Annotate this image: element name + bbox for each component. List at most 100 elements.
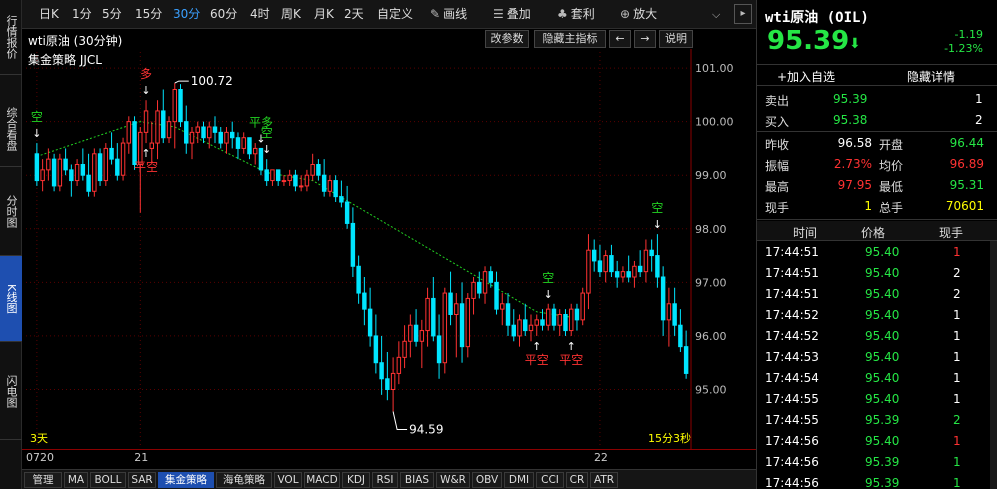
period-tab-10[interactable]: 自定义: [377, 0, 413, 29]
candle-body: [178, 89, 183, 123]
indicator-tab-10[interactable]: BIAS: [400, 472, 434, 488]
indicator-tab-9[interactable]: RSI: [372, 472, 398, 488]
tool-label: 放大: [633, 7, 658, 21]
candle: [551, 303, 557, 331]
indicator-tab-11[interactable]: W&R: [436, 472, 470, 488]
tick-price: 95.40: [865, 434, 900, 448]
stat-label: 最高: [765, 180, 790, 194]
candle: [120, 137, 126, 181]
tick-price: 95.40: [865, 371, 900, 385]
nav-item-4[interactable]: 闪电图: [0, 344, 22, 440]
down-arrow-icon: ↓: [653, 218, 662, 231]
nav-item-1[interactable]: 综合看盘: [0, 91, 22, 167]
stat-label: 均价: [879, 159, 904, 173]
candle-body: [534, 319, 539, 326]
indicator-tab-14[interactable]: CCI: [536, 472, 564, 488]
candle-body: [344, 201, 350, 224]
indicator-tab-5[interactable]: 海龟策略: [216, 472, 272, 488]
tick-time: 17:44:51: [765, 245, 819, 259]
stat-value: 96.58: [837, 136, 872, 150]
hide-detail-button[interactable]: 隐藏详情: [907, 68, 955, 85]
signal-label: 多: [140, 67, 152, 81]
period-tab-6[interactable]: 4时: [250, 0, 270, 29]
add-watchlist-button[interactable]: +加入自选: [777, 68, 835, 85]
period-tab-0[interactable]: 日K: [39, 0, 59, 29]
tool-2[interactable]: ♣ 套利: [557, 0, 595, 29]
chart-header-button-3[interactable]: →: [634, 30, 656, 48]
candle-body: [609, 255, 614, 273]
tick-row: 17:44:54 95.40 1: [757, 368, 997, 389]
candle: [597, 244, 603, 277]
candle: [367, 287, 373, 347]
layers-icon: ☰: [493, 7, 504, 21]
collapse-panel-icon[interactable]: ▸: [734, 4, 752, 24]
more-dropdown-icon[interactable]: ⌵: [712, 0, 720, 29]
candle: [568, 303, 574, 336]
nav-item-2[interactable]: 分时图: [0, 168, 22, 256]
tick-volume: 1: [953, 329, 961, 343]
stat-label: 现手: [765, 201, 790, 215]
indicator-tab-16[interactable]: ATR: [590, 472, 618, 488]
tick-price: 95.39: [865, 476, 900, 489]
nav-item-3[interactable]: K线图: [0, 256, 22, 342]
indicator-tab-4[interactable]: 集金策略: [158, 472, 214, 488]
period-tab-7[interactable]: 周K: [281, 0, 301, 29]
tick-volume: 1: [953, 476, 961, 489]
candle-body: [563, 314, 568, 332]
period-tab-5[interactable]: 60分: [210, 0, 237, 29]
candle-body: [632, 265, 637, 278]
indicator-tab-15[interactable]: CR: [566, 472, 588, 488]
candle-body: [281, 180, 287, 183]
candle: [419, 319, 425, 369]
tick-scrollbar[interactable]: [990, 241, 997, 489]
chart-header-button-4[interactable]: 说明: [659, 30, 693, 48]
tool-1[interactable]: ☰ 叠加: [493, 0, 531, 29]
candle: [666, 287, 672, 347]
chart-header-button-2[interactable]: ←: [609, 30, 631, 48]
period-tab-8[interactable]: 月K: [314, 0, 334, 29]
tick-time: 17:44:56: [765, 455, 819, 469]
bid-label: 买入: [765, 115, 790, 129]
period-tab-9[interactable]: 2天: [344, 0, 364, 29]
indicator-tab-2[interactable]: BOLL: [90, 472, 126, 488]
chart-header-button-0[interactable]: 改参数: [485, 30, 529, 48]
candle: [511, 309, 516, 342]
indicator-tab-1[interactable]: MA: [64, 472, 88, 488]
candle: [557, 309, 562, 336]
candle-body: [86, 174, 91, 192]
candle-body: [230, 131, 235, 139]
period-tab-1[interactable]: 1分: [72, 0, 92, 29]
candle-body: [379, 362, 384, 380]
candle-body: [218, 131, 223, 144]
candle: [63, 148, 68, 176]
stat-value: 1: [864, 199, 872, 213]
candle: [436, 314, 442, 379]
tool-0[interactable]: ✎ 画线: [430, 0, 467, 29]
indicator-tab-8[interactable]: KDJ: [342, 472, 370, 488]
indicator-tab-13[interactable]: DMI: [504, 472, 534, 488]
tool-3[interactable]: ⊕ 放大: [620, 0, 657, 29]
kline-chart[interactable]: 101.00 100.00 99.00 98.00 97.00 96.00 95.00 100…: [22, 49, 756, 449]
candle: [97, 148, 103, 186]
stat-value: 96.89: [949, 157, 984, 171]
nav-item-0[interactable]: 行情报价: [0, 0, 22, 75]
period-tab-4[interactable]: 30分: [173, 0, 200, 29]
signal-label: 空: [31, 110, 43, 124]
candle: [356, 255, 361, 304]
candle: [218, 127, 223, 149]
candle: [103, 143, 109, 186]
candle-body: [132, 121, 137, 166]
candle: [488, 266, 494, 288]
candle-body: [270, 169, 275, 182]
y-tick-label: 96.00: [695, 330, 727, 343]
indicator-tab-12[interactable]: OBV: [472, 472, 502, 488]
indicator-tab-3[interactable]: SAR: [128, 472, 156, 488]
chart-header-button-1[interactable]: 隐藏主指标: [534, 30, 606, 48]
period-tab-3[interactable]: 15分: [135, 0, 162, 29]
period-tab-2[interactable]: 5分: [102, 0, 122, 29]
indicator-tab-7[interactable]: MACD: [304, 472, 340, 488]
indicator-tab-0[interactable]: 管理: [24, 472, 62, 488]
candle: [143, 100, 149, 144]
candle-body: [546, 308, 551, 326]
indicator-tab-6[interactable]: VOL: [274, 472, 302, 488]
